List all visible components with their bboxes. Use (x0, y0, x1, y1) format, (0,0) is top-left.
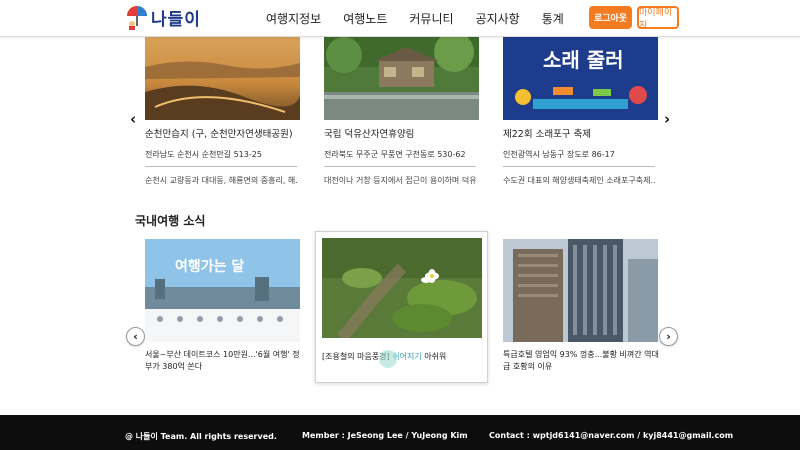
top-header: 나들이 여행지정보 여행노트 커뮤니티 공지사항 통계 로그아웃 마이페이지 (0, 0, 800, 37)
place-title: 국립 덕유산자연휴양림 (324, 129, 415, 140)
news-caption: [조용철의 마음풍경] 쉬어지기 아쉬워 (322, 351, 482, 362)
places-prev-arrow-icon[interactable]: ‹ (130, 110, 136, 128)
place-title: 순천만습지 (구, 순천만자연생태공원) (145, 129, 293, 140)
news-card-highlighted[interactable]: [조용철의 마음풍경] 쉬어지기 아쉬워 (315, 231, 488, 383)
news-card[interactable]: 특급호텔 영업익 93% 껑충...불황 비껴간 역대급 호황의 이유 (503, 239, 661, 373)
place-image-wetland (145, 37, 300, 120)
site-logo[interactable]: 나들이 (125, 4, 201, 30)
news-prev-arrow-icon[interactable]: ‹ (126, 327, 145, 346)
place-card[interactable]: 국립 덕유산자연휴양림 전라북도 무주군 무풍면 구천동로 530-62 대전이… (324, 32, 481, 186)
nav-item-destinations[interactable]: 여행지정보 (266, 10, 321, 27)
news-image-travel-month: 여행가는 달 (145, 239, 300, 342)
place-description: 대전이나 거창 등지에서 접근이 용이하며 덕유... (324, 176, 476, 185)
place-address: 전라남도 순천시 순천만길 513-25 (145, 149, 297, 167)
mouse-cursor-highlight (379, 350, 397, 368)
footer-contact: Contact : wptjd6141@naver.com / kyj8441@… (489, 431, 734, 440)
place-image-forest (324, 32, 479, 120)
place-description: 순천시 교량동과 대대동, 해룡면의 중흥리, 해... (145, 176, 297, 185)
footer-copyright: @ 나들이 Team. All rights reserved. (125, 432, 277, 441)
logo-text: 나들이 (151, 9, 201, 30)
places-next-arrow-icon[interactable]: › (664, 110, 670, 128)
umbrella-icon (125, 4, 149, 30)
festival-poster-text: 소래 줄러 (543, 48, 624, 72)
place-address: 전라북도 무주군 무풍면 구천동로 530-62 (324, 149, 476, 167)
footer-members: Member : JeSeong Lee / YuJeong Kim (302, 431, 468, 440)
nav-item-notices[interactable]: 공지사항 (476, 10, 520, 27)
nav-item-travel-notes[interactable]: 여행노트 (343, 10, 387, 27)
news-thumb-text: 여행가는 달 (175, 258, 244, 275)
main-nav: 여행지정보 여행노트 커뮤니티 공지사항 통계 (266, 10, 586, 27)
news-image-flower (322, 238, 482, 342)
place-title: 제22회 소래포구 축제 (503, 129, 592, 140)
news-next-arrow-icon[interactable]: › (659, 327, 678, 346)
news-caption-suffix: 아쉬워 (421, 352, 447, 361)
place-address: 인천광역시 남동구 장도로 86-17 (503, 149, 655, 167)
news-image-hotel (503, 239, 658, 342)
news-caption: 서울~부산 데이트코스 10만원...'6월 여행' 정부가 380억 쏜다 (145, 350, 300, 371)
place-description: 수도권 대표의 해양생태축제인 소래포구축제... (503, 176, 655, 185)
news-caption: 특급호텔 영업익 93% 껑충...불황 비껴간 역대급 호황의 이유 (503, 350, 659, 371)
logout-button[interactable]: 로그아웃 (589, 6, 632, 29)
site-footer: @ 나들이 Team. All rights reserved. Member … (0, 415, 800, 450)
mypage-button[interactable]: 마이페이지 (637, 6, 679, 31)
place-image-festival-poster: 소래 줄러 (503, 37, 658, 120)
place-card[interactable]: 소래 줄러 제22회 소래포구 축제 인천광역시 남동구 장도로 86-17 수… (503, 37, 660, 186)
news-card[interactable]: 여행가는 달 서울~부산 데이트코스 10만원...'6월 여행' 정부가 38… (145, 239, 303, 373)
nav-item-statistics[interactable]: 통계 (542, 10, 564, 27)
news-section-title: 국내여행 소식 (135, 214, 206, 228)
place-card[interactable]: 순천만습지 (구, 순천만자연생태공원) 전라남도 순천시 순천만길 513-2… (145, 37, 302, 186)
nav-item-community[interactable]: 커뮤니티 (409, 10, 453, 27)
